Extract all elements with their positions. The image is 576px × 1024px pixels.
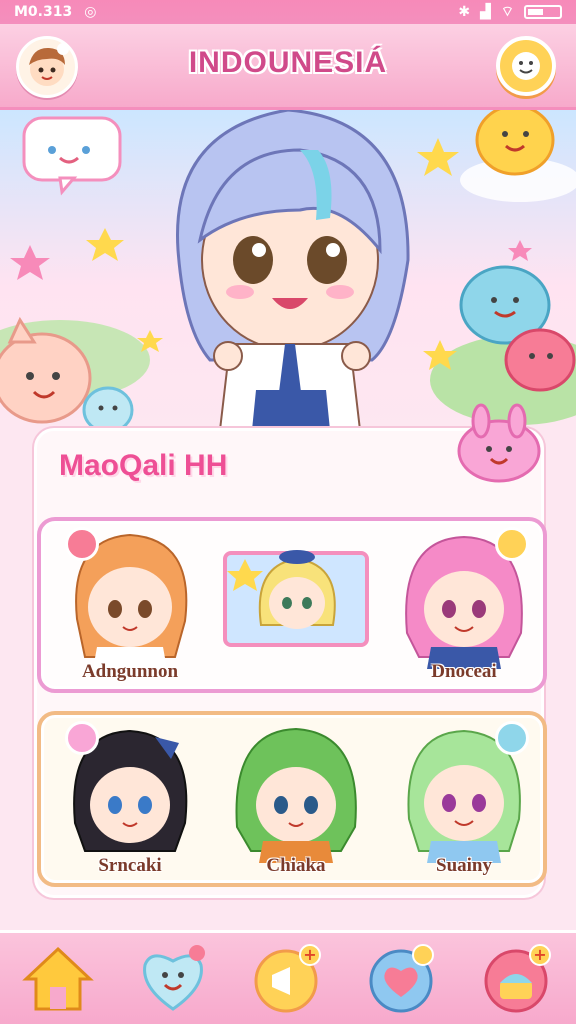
bottom-navigation: + + <box>0 930 576 1024</box>
svg-text:+: + <box>303 945 316 964</box>
lips-badge-icon <box>65 721 99 755</box>
home-icon <box>21 946 94 1010</box>
character-card-4[interactable]: Srncaki <box>55 721 205 883</box>
megaphone-add-icon: + <box>254 943 321 1012</box>
character-card-3[interactable]: Dnoceai <box>389 527 539 689</box>
battery-icon <box>524 5 562 19</box>
nav-shop-button[interactable]: + <box>482 943 554 1015</box>
status-time: M0.313 <box>14 4 73 20</box>
smile-badge-icon <box>65 527 99 561</box>
svg-text:+: + <box>534 945 547 964</box>
nav-home-button[interactable] <box>21 943 94 1015</box>
character-card-5[interactable]: Chiaka <box>221 723 371 883</box>
hero-banner <box>0 110 576 430</box>
wifi-icon: ⌔ <box>500 4 514 20</box>
character-name: Suainy <box>436 855 492 876</box>
character-portrait <box>223 550 369 647</box>
heart-face-icon <box>142 944 205 1011</box>
yellow-mascot-icon <box>475 110 555 176</box>
character-name: Chiaka <box>266 855 326 876</box>
bunny-mascot-icon <box>457 403 541 483</box>
character-name: Srncaki <box>98 855 162 876</box>
alert-badge-icon <box>495 527 529 561</box>
bow-badge-icon <box>495 721 529 755</box>
character-card-2[interactable] <box>221 529 371 689</box>
signal-icon: ▟ <box>480 4 491 20</box>
character-row-1: Adngunnon Dnoceai <box>37 517 547 693</box>
character-panel: MaoQali HH Adngunnon Dnoceai Srncaki Chi… <box>34 403 547 898</box>
character-portrait <box>235 727 357 863</box>
status-bar: M0.313 ◎ ✱ ▟ ⌔ <box>0 0 576 24</box>
settings-circle-icon: ◎ <box>84 4 97 20</box>
nav-announce-button[interactable]: + <box>252 943 324 1015</box>
cake-add-icon: + <box>484 943 552 1012</box>
app-header: INDOUNESIÁ <box>0 24 576 110</box>
panel-title: MaoQali HH <box>59 449 228 482</box>
character-row-2: Srncaki Chiaka Suainy <box>37 711 547 887</box>
smiley-mask-icon <box>512 52 540 80</box>
nav-likes-button[interactable] <box>367 943 439 1015</box>
character-card-6[interactable]: Suainy <box>389 721 539 883</box>
page-title: INDOUNESIÁ <box>188 46 388 79</box>
heart-add-icon <box>369 943 435 1012</box>
hero-illustration <box>0 110 576 430</box>
nav-favorites-button[interactable] <box>137 943 209 1015</box>
ghost-mascot-icon <box>82 386 134 430</box>
character-name: Dnoceai <box>431 661 497 682</box>
chat-face-button[interactable] <box>496 36 556 96</box>
pink-mascot-icon <box>504 328 576 392</box>
bluetooth-icon: ✱ <box>458 4 471 20</box>
speech-bubble-icon <box>22 116 122 196</box>
character-card-1[interactable]: Adngunnon <box>55 527 205 689</box>
main-chibi-character <box>175 110 410 430</box>
character-name: Adngunnon <box>81 661 179 682</box>
